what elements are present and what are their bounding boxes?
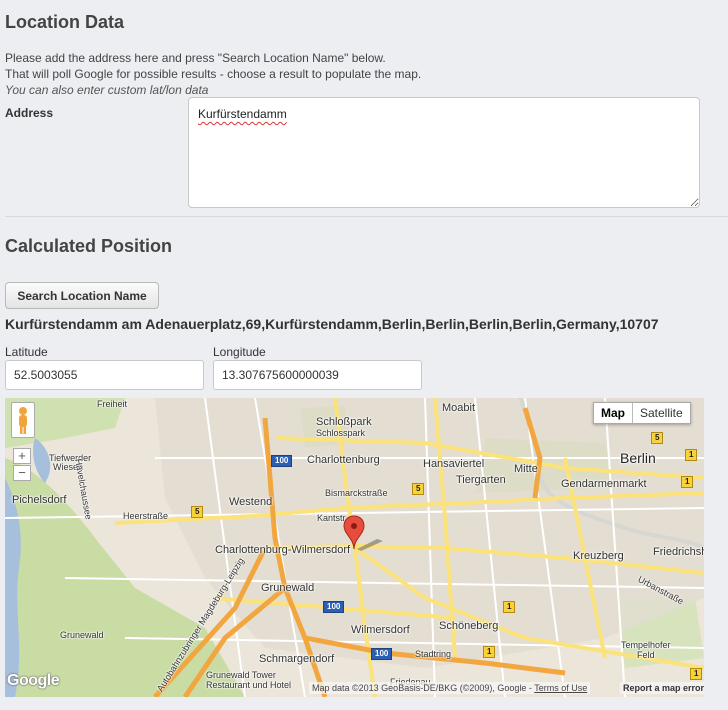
section-divider [5,216,728,217]
road-shield: 1 [483,646,496,658]
longitude-label: Longitude [213,345,266,359]
map-label-freiheit: Freiheit [97,399,128,409]
map-label-bismarckstrasse: Bismarckstraße [325,488,388,498]
map-label-heerstrasse: Heerstraße [123,511,169,521]
map-attribution: Map data ©2013 GeoBasis-DE/BKG (©2009), … [309,682,591,694]
road-shield: 100 [371,648,393,660]
road-shield: 100 [271,455,293,467]
help-line-3: You can also enter custom lat/lon data [5,83,209,97]
map-label-tiergarten: Tiergarten [456,474,506,486]
help-line-1: Please add the address here and press "S… [5,51,386,65]
map-label-berlin: Berlin [620,450,656,466]
map-label-grunewald: Grunewald [261,582,315,594]
map-type-control: Map Satellite [593,402,691,424]
map-label-feld: Feld [637,650,655,660]
google-logo: Google [7,672,60,689]
map-label-pichelsdorf: Pichelsdorf [12,494,67,506]
map-label-mitte: Mitte [514,463,538,475]
map-label-westend: Westend [229,496,273,508]
terms-of-use-link[interactable]: Terms of Use [534,683,587,693]
map-label-charlottenburg-wilmersdorf: Charlottenburg-Wilmersdorf [215,544,351,556]
map-type-map-button[interactable]: Map [594,403,633,423]
geocode-result: Kurfürstendamm am Adenauerplatz,69,Kurfü… [5,316,659,332]
help-line-2: That will poll Google for possible resul… [5,67,422,81]
map-label-gendarmenmarkt: Gendarmenmarkt [561,478,647,490]
road-shield: 1 [503,601,516,613]
map-label-stadtring: Stadtring [415,649,452,659]
map-label-grunewald-place: Grunewald [60,630,104,640]
address-textarea[interactable] [188,97,700,208]
search-location-button[interactable]: Search Location Name [5,282,159,309]
map-label-schlosspark-sub: Schlosspark [316,428,366,438]
map-label-friedrichshain: Friedrichsh [653,546,704,558]
map-label-schlosspark: Schloßpark [316,416,372,428]
longitude-input[interactable] [213,360,422,390]
map-canvas[interactable]: Freiheit Moabit Schloßpark Schlosspark C… [5,398,704,697]
map-label-schmargendorf: Schmargendorf [259,653,335,665]
calculated-position-heading: Calculated Position [5,236,173,256]
pegman-icon[interactable] [11,402,35,438]
road-shield: 5 [191,506,204,518]
location-marker-icon[interactable] [343,515,383,551]
map-label-moabit: Moabit [442,402,476,414]
map-label-schoeneberg: Schöneberg [439,620,499,632]
road-shield: 5 [412,483,425,495]
road-shield: 1 [681,476,694,488]
map-label-tempelhofer: Tempelhofer [621,640,671,650]
road-shield: 1 [690,668,703,680]
latitude-label: Latitude [5,345,48,359]
road-shield: 1 [685,449,698,461]
report-map-error-link[interactable]: Report a map error [620,682,704,694]
map-label-restaurant: Restaurant und Hotel [206,680,292,690]
road-shield: 100 [323,601,345,613]
map-attribution-text: Map data ©2013 GeoBasis-DE/BKG (©2009), … [312,683,532,693]
map-label-kreuzberg: Kreuzberg [573,550,624,562]
map-label-charlottenburg: Charlottenburg [307,454,380,466]
latitude-input[interactable] [5,360,204,390]
map-label-wilmersdorf: Wilmersdorf [351,624,410,636]
location-data-heading: Location Data [5,12,125,32]
zoom-in-button[interactable]: + [13,448,31,464]
road-shield: 5 [651,432,664,444]
zoom-out-button[interactable]: − [13,465,31,481]
map-label-hansaviertel: Hansaviertel [423,458,485,470]
help-text: Please add the address here and press "S… [5,50,421,98]
address-label: Address [5,106,54,120]
map-type-satellite-button[interactable]: Satellite [633,403,690,423]
map-label-grunewald-tower: Grunewald Tower [206,670,276,680]
